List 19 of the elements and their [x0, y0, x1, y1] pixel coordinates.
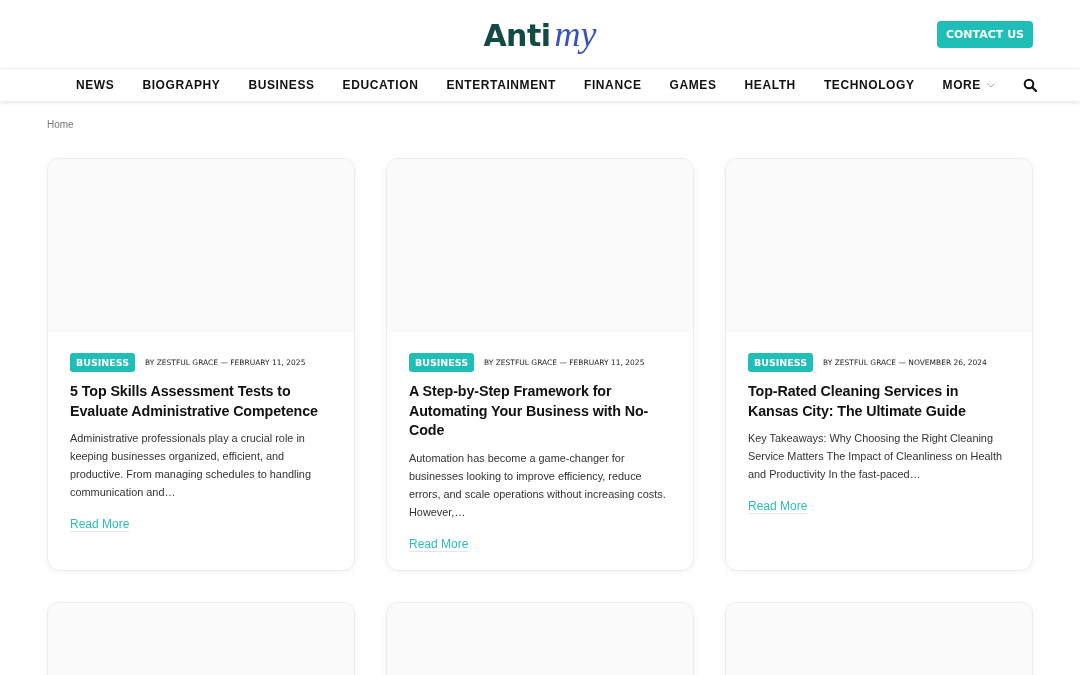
nav-item[interactable]: BIOGRAPHY	[142, 78, 221, 92]
nav-item[interactable]: GAMES	[669, 78, 717, 92]
post-title[interactable]: A Step-by-Step Framework for Automating Your Business with No-Code	[409, 382, 671, 441]
nav-item[interactable]: TECHNOLOGY	[823, 78, 915, 92]
nav-item[interactable]: BUSINESS	[248, 78, 315, 92]
nav-item[interactable]: FINANCE	[584, 78, 642, 92]
post-excerpt: Administrative professionals play a crucial role in keeping businesses organized, efficient, and productive. From managing schedules to handling communication and…	[70, 431, 312, 500]
post-title[interactable]: 5 Top Skills Assessment Tests to Evaluate Administrative Competence	[70, 382, 332, 421]
nav-item[interactable]: EDUCATION	[342, 78, 419, 92]
site-logo[interactable]: Anti my	[483, 13, 597, 55]
nav-item[interactable]: HEALTH	[744, 78, 796, 92]
breadcrumb[interactable]: Home	[47, 119, 74, 130]
post-excerpt: Automation has become a game-changer for businesses looking to improve efficiency, reduce errors, and scale operations without increasing costs. However,…	[409, 450, 667, 520]
search-icon[interactable]	[1022, 78, 1037, 92]
post-title[interactable]: Top-Rated Cleaning Services in Kansas City: The Ultimate Guide	[748, 382, 1010, 421]
nav-item[interactable]: ENTERTAINMENT	[446, 78, 556, 92]
post-excerpt: Key Takeaways: Why Choosing the Right Cleaning Service Matters The Impact of Cleanliness on Health and Productivity In the fast-paced…	[748, 431, 1004, 482]
nav-item[interactable]: MORE	[942, 78, 995, 92]
nav-item[interactable]: NEWS	[76, 78, 115, 92]
